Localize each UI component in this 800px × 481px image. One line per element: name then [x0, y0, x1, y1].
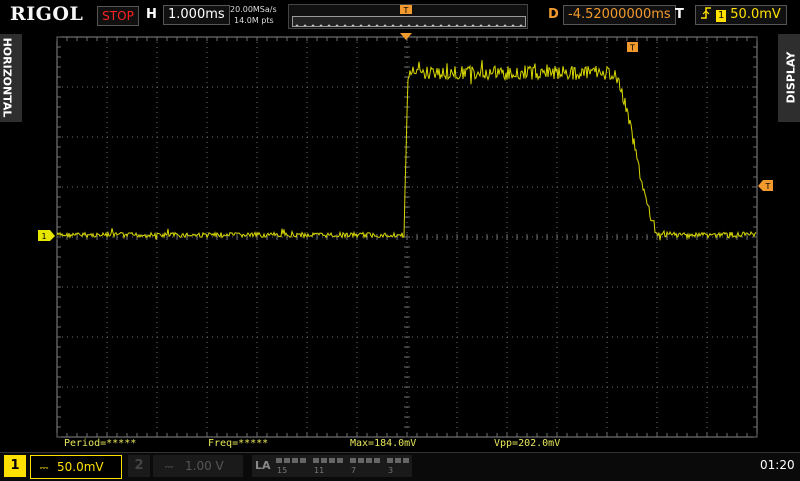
dc-coupling-icon: ⎓ — [39, 461, 49, 474]
horizontal-label: H — [146, 7, 157, 22]
la-channel-dot — [374, 458, 380, 463]
display-tab-label: DISPLAY — [784, 51, 798, 104]
trigger-level-marker[interactable]: T — [758, 180, 774, 192]
la-channel-dot — [403, 458, 409, 463]
la-channel-dot — [313, 458, 319, 463]
measurement-freq: Freq=***** — [208, 438, 269, 449]
svg-text:T: T — [403, 6, 409, 15]
measurement-period: Period=***** — [64, 438, 137, 449]
la-group-15: 15 — [277, 466, 288, 475]
la-label: LA — [255, 459, 271, 472]
trigger-end-marker: T — [627, 42, 638, 53]
horizontal-menu-tab[interactable]: HORIZONTAL — [0, 34, 22, 122]
la-channel-dot — [387, 458, 393, 463]
rising-edge-icon — [701, 7, 711, 19]
trigger-level: 50.0mV — [730, 7, 781, 22]
channel1-button[interactable]: 1 — [4, 455, 26, 477]
system-clock: 01:20 — [760, 458, 795, 472]
brand-logo: RIGOL — [10, 3, 84, 25]
la-channel-dot — [321, 458, 327, 463]
memory-depth: 14.0M pts — [234, 16, 274, 25]
la-channel-dot — [292, 458, 298, 463]
channel2-scale: 1.00 V — [185, 459, 224, 473]
channel1-scale: 50.0mV — [57, 460, 104, 474]
la-channel-dot — [300, 458, 306, 463]
timebase-value[interactable]: 1.000ms — [163, 5, 230, 25]
channel2-settings[interactable]: ⎓ 1.00 V — [153, 455, 243, 477]
memory-position-bar[interactable]: T — [288, 4, 528, 29]
trigger-end-label: T — [629, 44, 635, 53]
la-channel-dot — [395, 458, 401, 463]
channel1-offset-label: 1 — [41, 232, 46, 241]
trigger-source-badge: 1 — [716, 10, 727, 22]
channel2-button[interactable]: 2 — [128, 455, 150, 477]
la-group-11: 11 — [314, 466, 325, 475]
trigger-setting[interactable]: 1 50.0mV — [695, 5, 787, 25]
la-group-7: 7 — [351, 466, 357, 475]
trigger-level-marker-label: T — [765, 182, 771, 191]
trigger-label: T — [675, 7, 684, 22]
la-channel-dot — [276, 458, 282, 463]
delay-value[interactable]: -4.52000000ms — [563, 5, 676, 25]
run-stop-status[interactable]: STOP — [97, 6, 139, 26]
sample-rate: 20.00MSa/s — [230, 5, 277, 14]
trigger-position-marker: T — [400, 5, 412, 15]
horizontal-tab-label: HORIZONTAL — [0, 37, 14, 118]
la-channel-dot — [366, 458, 372, 463]
la-group-3: 3 — [388, 466, 394, 475]
waveform-display[interactable] — [56, 36, 758, 438]
memory-waveform-thumbnail — [292, 16, 526, 27]
la-channel-dot — [350, 458, 356, 463]
channel1-offset-marker[interactable]: 1 — [38, 230, 56, 242]
channel2-coupling-icon: ⎓ — [164, 460, 174, 473]
delay-label: D — [548, 7, 559, 22]
la-channel-dot — [284, 458, 290, 463]
la-channel-dot — [358, 458, 364, 463]
trigger-position-top-marker — [400, 33, 412, 40]
la-channel-dot — [329, 458, 335, 463]
channel1-settings[interactable]: ⎓ 50.0mV — [30, 455, 122, 479]
measurement-max: Max=184.0mV — [350, 438, 417, 449]
measurement-vpp: Vpp=202.0mV — [494, 438, 561, 449]
logic-analyzer-status[interactable]: LA 15 11 7 3 — [252, 455, 412, 477]
la-channel-dot — [337, 458, 343, 463]
display-menu-tab[interactable]: DISPLAY — [778, 34, 800, 122]
